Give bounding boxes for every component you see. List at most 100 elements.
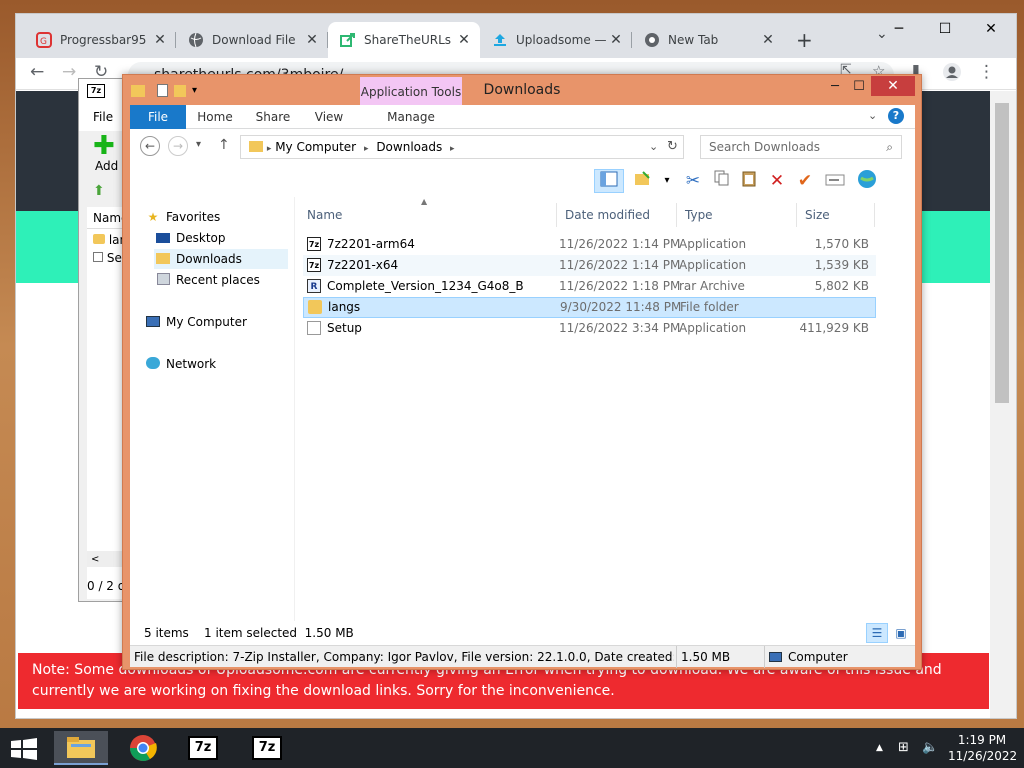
column-header-type[interactable]: Type	[679, 203, 797, 227]
profile-avatar-icon[interactable]	[942, 62, 962, 87]
back-arrow-icon[interactable]: ←	[30, 62, 44, 82]
file-row[interactable]: Setup 11/26/2022 3:34 PM Application 411…	[303, 318, 876, 339]
file-size: 411,929 KB	[799, 321, 869, 335]
browser-tab-progressbar[interactable]: G Progressbar95 P ✕	[24, 22, 176, 58]
close-tab-icon[interactable]: ✕	[150, 32, 170, 48]
file-row[interactable]: 7z 7z2201-x64 11/26/2022 1:14 PM Applica…	[303, 255, 876, 276]
checkmark-icon[interactable]: ✔	[792, 169, 818, 193]
network-tray-icon[interactable]: ⊞	[898, 740, 909, 755]
close-tab-icon[interactable]: ✕	[758, 32, 778, 48]
refresh-icon[interactable]: ↻	[667, 136, 678, 158]
upload-favicon	[492, 32, 508, 48]
address-dropdown-icon[interactable]: ⌄	[649, 136, 658, 158]
chrome-favicon	[644, 32, 660, 48]
tab-title: Download File	[212, 33, 296, 47]
taskbar-7zip-1[interactable]: 7z	[176, 731, 230, 765]
nav-downloads[interactable]: Downloads	[154, 249, 288, 269]
scroll-left-icon[interactable]: <	[91, 554, 99, 565]
tray-chevron-icon[interactable]: ▲	[876, 743, 883, 753]
scrollbar-thumb[interactable]	[995, 103, 1009, 403]
sevenzip-file-icon: 7z	[307, 237, 321, 251]
recent-locations-icon[interactable]: ▾	[196, 139, 201, 150]
browser-tab-sharetheurls[interactable]: ShareTheURLs ✕	[328, 22, 480, 58]
address-row: ← → ▾ ↑ ▸ My Computer ▸ Downloads ▸ ⌄ ↻ …	[130, 129, 915, 165]
close-tab-icon[interactable]: ✕	[606, 32, 626, 48]
browser-tab-uploadsome[interactable]: Uploadsome — ✕	[480, 22, 632, 58]
dropdown-chevron-icon[interactable]: ▾	[654, 169, 680, 193]
delete-x-icon[interactable]: ✕	[764, 169, 790, 193]
file-row[interactable]: R Complete_Version_1234_G4o8_B 11/26/202…	[303, 276, 876, 297]
browser-tab-download-file[interactable]: Download File ✕	[176, 22, 328, 58]
taskbar-7zip-2[interactable]: 7z	[240, 731, 294, 765]
explorer-status-bar: 5 items 1 item selected 1.50 MB ☰ ▣	[130, 621, 915, 645]
folder-options-icon[interactable]	[630, 169, 656, 193]
taskbar-chrome[interactable]	[116, 731, 170, 765]
tab-manage[interactable]: Manage	[360, 105, 462, 129]
tab-home[interactable]: Home	[190, 105, 240, 129]
close-tab-icon[interactable]: ✕	[302, 32, 322, 48]
tab-view[interactable]: View	[306, 105, 352, 129]
up-folder-icon[interactable]: ⬆	[93, 183, 105, 199]
column-header-name[interactable]: Name	[301, 203, 557, 227]
forward-arrow-icon[interactable]: →	[168, 136, 188, 156]
file-size: 1,539 KB	[814, 258, 869, 272]
svg-text:G: G	[40, 37, 47, 47]
green-plus-icon: ✚	[93, 131, 115, 161]
address-breadcrumb[interactable]: ▸ My Computer ▸ Downloads ▸ ⌄ ↻	[240, 135, 684, 159]
nav-recent-places[interactable]: Recent places	[154, 270, 260, 290]
tab-title: Progressbar95 P	[60, 33, 150, 47]
tab-file[interactable]: File	[130, 105, 186, 129]
paste-clipboard-icon[interactable]	[736, 169, 762, 193]
minimize-icon[interactable]: ─	[876, 14, 922, 44]
column-header-size[interactable]: Size	[799, 203, 875, 227]
help-icon[interactable]: ?	[888, 108, 904, 124]
browser-tab-new-tab[interactable]: New Tab ✕	[632, 22, 784, 58]
large-icons-view-icon[interactable]: ▣	[892, 623, 910, 643]
close-tab-icon[interactable]: ✕	[454, 32, 474, 48]
globe-icon[interactable]	[854, 169, 880, 193]
maximize-icon[interactable]: ☐	[922, 14, 968, 44]
nav-desktop[interactable]: Desktop	[154, 228, 226, 248]
file-row-selected[interactable]: langs 9/30/2022 11:48 PM File folder	[303, 297, 876, 318]
chevron-down-icon[interactable]: ⌄	[868, 109, 877, 122]
back-arrow-icon[interactable]: ←	[140, 136, 160, 156]
column-header-date[interactable]: Date modified	[559, 203, 677, 227]
kebab-menu-icon[interactable]: ⋮	[978, 62, 995, 82]
windows-start-icon[interactable]	[10, 738, 38, 760]
nav-network[interactable]: Network	[144, 354, 216, 374]
search-input[interactable]: Search Downloads ⌕	[700, 135, 902, 159]
nav-favorites[interactable]: ★ Favorites	[144, 207, 221, 227]
preview-pane-icon[interactable]	[594, 169, 624, 193]
explorer-titlebar[interactable]: ▾ Application Tools Downloads ─ ☐ ✕	[123, 75, 921, 105]
page-scrollbar[interactable]	[990, 91, 1016, 718]
minimize-icon[interactable]: ─	[823, 77, 847, 97]
cut-scissors-icon[interactable]: ✂	[680, 169, 706, 193]
maximize-icon[interactable]: ☐	[847, 77, 871, 97]
rename-icon[interactable]	[822, 169, 848, 193]
file-date: 11/26/2022 1:14 PM	[559, 258, 681, 272]
nav-label: Recent places	[176, 273, 260, 287]
sevenzip-app-icon: 7z	[87, 84, 105, 98]
selection-info: 1 item selected 1.50 MB	[204, 626, 354, 640]
taskbar-file-explorer[interactable]	[54, 731, 108, 765]
file-type: Application	[679, 237, 747, 251]
forward-arrow-icon[interactable]: →	[62, 62, 76, 82]
list-item[interactable]: Se	[93, 251, 122, 265]
add-button[interactable]: ✚ Add	[87, 133, 118, 173]
details-view-icon[interactable]: ☰	[866, 623, 888, 643]
breadcrumb-my-computer[interactable]: My Computer	[275, 140, 356, 154]
volume-icon[interactable]: 🔈	[922, 740, 938, 755]
tab-title: ShareTheURLs	[364, 33, 452, 47]
copy-icon[interactable]	[708, 169, 734, 193]
new-tab-plus-icon[interactable]: +	[796, 28, 813, 52]
tab-share[interactable]: Share	[248, 105, 298, 129]
close-icon[interactable]: ✕	[968, 14, 1014, 44]
close-icon[interactable]: ✕	[871, 76, 915, 96]
up-arrow-icon[interactable]: ↑	[218, 137, 230, 153]
taskbar-clock[interactable]: 1:19 PM 11/26/2022	[948, 732, 1017, 764]
nav-my-computer[interactable]: My Computer	[144, 312, 247, 332]
nav-label: Favorites	[166, 210, 221, 224]
file-details-location: Computer	[764, 646, 914, 668]
file-row[interactable]: 7z 7z2201-arm64 11/26/2022 1:14 PM Appli…	[303, 234, 876, 255]
breadcrumb-downloads[interactable]: Downloads	[376, 140, 442, 154]
